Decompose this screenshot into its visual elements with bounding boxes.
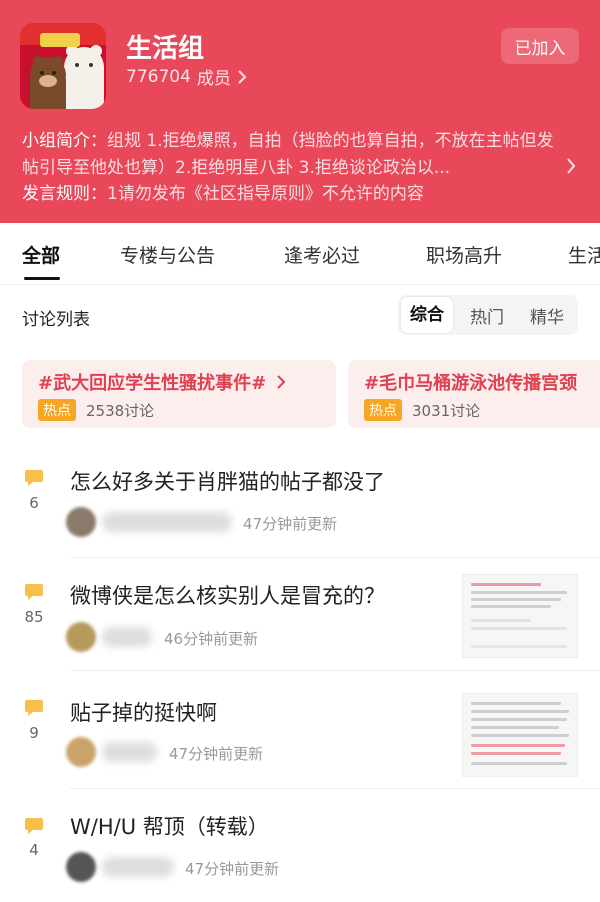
hot-topic-count: 3031讨论 xyxy=(412,402,481,420)
chevron-right-icon xyxy=(238,69,247,84)
group-title: 生活组 xyxy=(126,34,205,64)
joined-button[interactable]: 已加入 xyxy=(501,28,579,64)
post-updated-time: 47分钟前更新 xyxy=(243,515,338,533)
group-header: 生活组 776704 成员 已加入 小组简介：组规 1.拒绝爆照，自拍（挡脸的也… xyxy=(0,0,600,223)
member-count: 776704 xyxy=(126,66,191,87)
sort-segmented-control: 综合 热门 精华 xyxy=(398,295,578,335)
tab-all[interactable]: 全部 xyxy=(22,241,60,268)
hot-badge: 热点 xyxy=(38,399,76,421)
post-title: 微博侠是怎么核实别人是冒充的？ xyxy=(70,584,385,608)
comment-count: 6 xyxy=(29,494,39,512)
author-name[interactable] xyxy=(102,512,232,532)
comment-count: 9 xyxy=(29,724,39,742)
chevron-right-icon xyxy=(277,375,286,389)
post-item[interactable]: 6 怎么好多关于肖胖猫的帖子都没了 47分钟前更新 xyxy=(0,450,600,555)
hot-badge: 热点 xyxy=(364,399,402,421)
avatar[interactable] xyxy=(66,622,96,652)
active-tab-indicator xyxy=(24,277,60,280)
rules-text: 1请勿发布《社区指导原则》不允许的内容 xyxy=(107,184,424,204)
author-name[interactable] xyxy=(102,742,157,762)
post-thumbnail[interactable] xyxy=(462,693,578,777)
post-updated-time: 47分钟前更新 xyxy=(169,745,264,763)
category-tabs: 全部 专楼与公告 逢考必过 职场高升 生活 xyxy=(0,223,600,285)
sort-featured[interactable]: 精华 xyxy=(530,303,564,328)
sort-hot[interactable]: 热门 xyxy=(470,303,504,328)
tab-exams[interactable]: 逢考必过 xyxy=(284,241,360,268)
post-title: 怎么好多关于肖胖猫的帖子都没了 xyxy=(70,470,385,494)
comment-count: 4 xyxy=(29,841,39,859)
author-name[interactable] xyxy=(102,627,152,647)
comment-bubble-icon xyxy=(25,470,43,486)
comment-count: 85 xyxy=(24,608,44,626)
comment-bubble-icon xyxy=(25,700,43,716)
post-updated-time: 46分钟前更新 xyxy=(164,630,259,648)
avatar[interactable] xyxy=(66,507,96,537)
tab-career[interactable]: 职场高升 xyxy=(426,241,502,268)
member-suffix: 成员 xyxy=(196,69,231,89)
post-title: 贴子掉的挺快啊 xyxy=(70,701,217,725)
posting-rules: 发言规则：1请勿发布《社区指导原则》不允许的内容 xyxy=(22,179,424,204)
member-count-link[interactable]: 776704 成员 xyxy=(126,64,247,89)
post-title: W/H/U 帮顶（转载） xyxy=(70,815,269,839)
intro-label: 小组简介： xyxy=(22,131,107,151)
rules-label: 发言规则： xyxy=(22,184,107,204)
avatar[interactable] xyxy=(66,737,96,767)
sort-comprehensive[interactable]: 综合 xyxy=(401,297,453,333)
post-thumbnail[interactable] xyxy=(462,574,578,658)
hot-topic-card[interactable]: #武大回应学生性骚扰事件# 热点 2538讨论 xyxy=(22,360,336,428)
hot-topic-count: 2538讨论 xyxy=(86,402,155,420)
hot-topic-title: #武大回应学生性骚扰事件# xyxy=(38,369,286,395)
comment-bubble-icon xyxy=(25,818,43,834)
discussion-list-title: 讨论列表 xyxy=(22,310,90,330)
group-avatar[interactable] xyxy=(20,23,106,109)
post-item[interactable]: 85 微博侠是怎么核实别人是冒充的？ 46分钟前更新 xyxy=(0,558,600,670)
bear-avatar-icon xyxy=(20,23,106,109)
post-item[interactable]: 9 贴子掉的挺快啊 47分钟前更新 xyxy=(0,671,600,787)
hot-topic-card[interactable]: #毛巾马桶游泳池传播宫颈 热点 3031讨论 xyxy=(348,360,600,428)
author-name[interactable] xyxy=(102,857,174,877)
group-intro[interactable]: 小组简介：组规 1.拒绝爆照，自拍（挡脸的也算自拍，不放在主帖但发帖引导至他处也… xyxy=(22,128,562,182)
post-item[interactable]: 4 W/H/U 帮顶（转载） 47分钟前更新 xyxy=(0,789,600,902)
tab-announcements[interactable]: 专楼与公告 xyxy=(120,241,215,268)
chevron-right-icon[interactable] xyxy=(566,158,576,174)
hot-topic-title: #毛巾马桶游泳池传播宫颈 xyxy=(364,373,578,394)
post-updated-time: 47分钟前更新 xyxy=(185,860,280,878)
avatar[interactable] xyxy=(66,852,96,882)
comment-bubble-icon xyxy=(25,584,43,600)
tab-life[interactable]: 生活 xyxy=(568,241,600,268)
